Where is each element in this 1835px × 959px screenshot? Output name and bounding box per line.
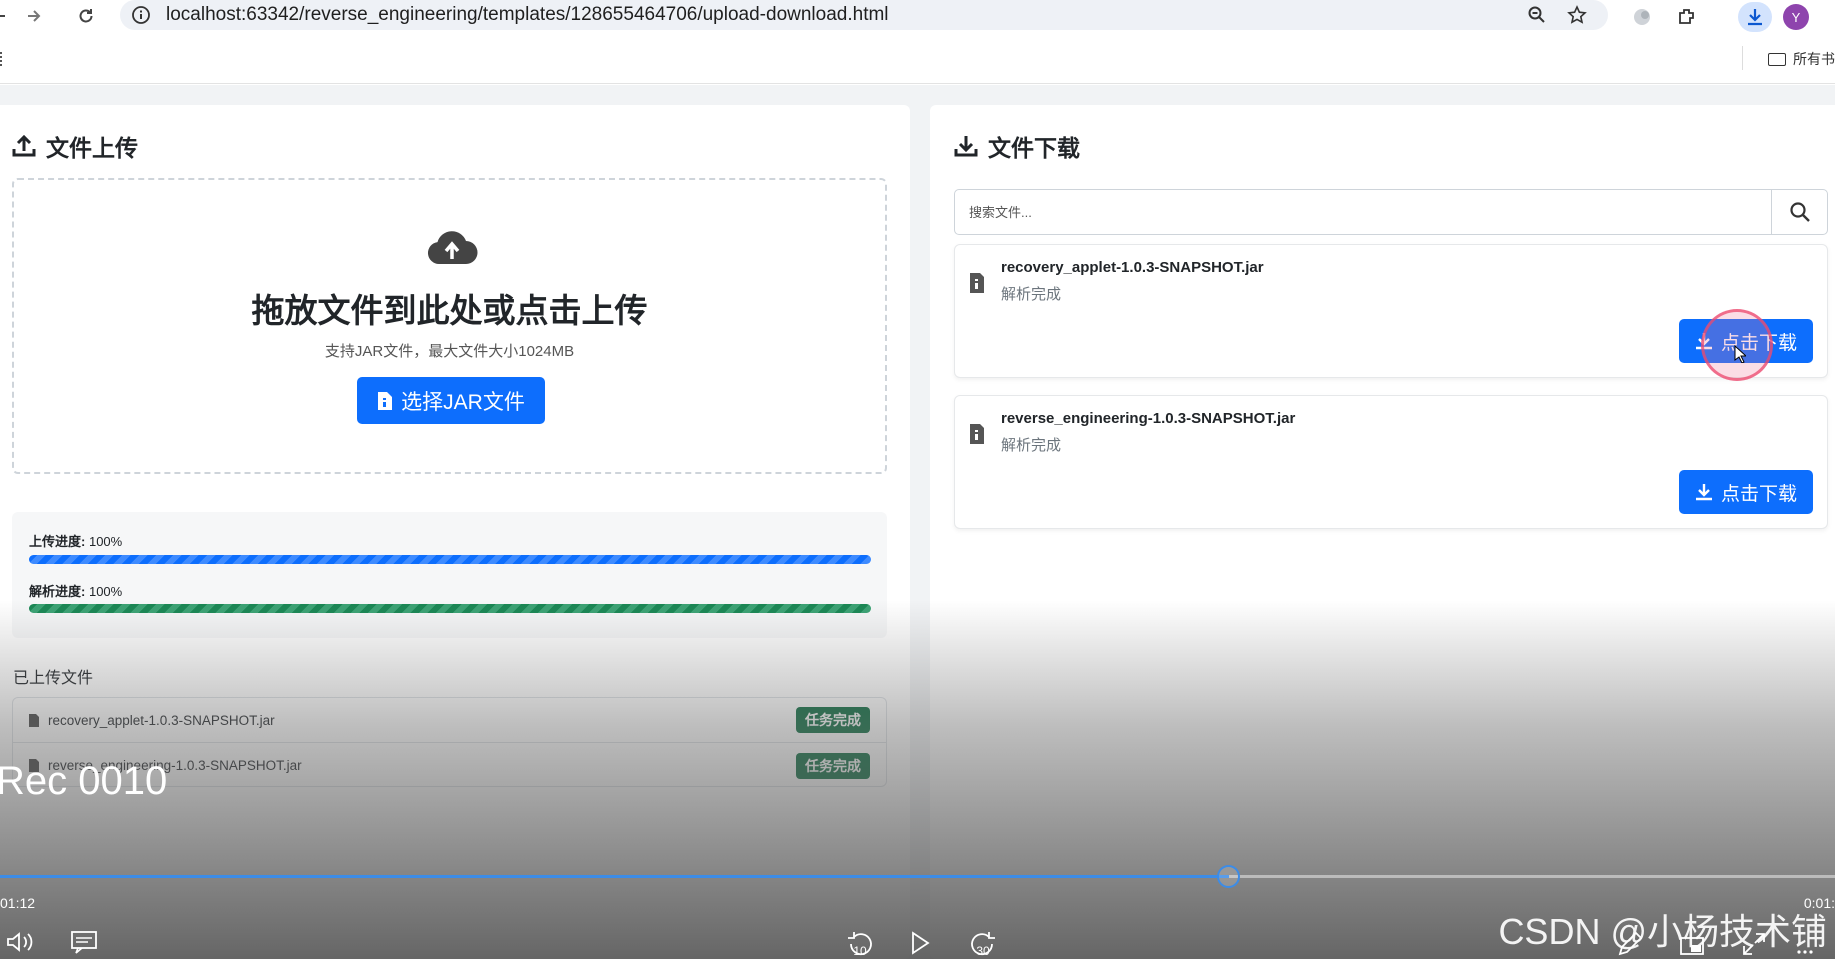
info-icon[interactable] — [130, 4, 152, 26]
drop-subtitle: 支持JAR文件，最大文件大小1024MB — [324, 343, 575, 360]
file-icon — [378, 391, 393, 410]
progress-panel: 上传进度: 100% 解析进度: 100% — [12, 512, 887, 638]
search-input[interactable] — [955, 190, 1773, 234]
screen: localhost:63342/reverse_engineering/temp… — [0, 0, 1835, 959]
cloud-upload-icon — [426, 228, 478, 271]
mouse-cursor-icon — [1734, 344, 1748, 368]
download-icon[interactable] — [1738, 2, 1772, 32]
address-bar[interactable]: localhost:63342/reverse_engineering/temp… — [120, 0, 1608, 30]
svg-text:10: 10 — [853, 944, 867, 958]
upload-heading-text: 文件上传 — [46, 135, 138, 161]
forward-arrow-icon[interactable] — [21, 3, 47, 29]
uploaded-file-name: recovery_applet-1.0.3-SNAPSHOT.jar — [48, 712, 275, 728]
play-icon[interactable] — [903, 930, 937, 959]
upload-heading: 文件上传 — [12, 129, 138, 163]
parse-progress-label: 解析进度: 100% — [29, 584, 123, 599]
download-card: 文件下载 recovery_applet-1.0.3-SNAPSHOT.jar … — [930, 105, 1835, 959]
seek-bar[interactable] — [0, 875, 1835, 878]
download-icon — [1695, 484, 1712, 501]
download-file-card: reverse_engineering-1.0.3-SNAPSHOT.jar 解… — [954, 395, 1828, 529]
reload-icon[interactable] — [73, 3, 99, 29]
upload-progress-bar — [29, 555, 871, 564]
download-file-card: recovery_applet-1.0.3-SNAPSHOT.jar 解析完成 … — [954, 244, 1828, 378]
file-archive-icon — [970, 424, 984, 444]
avatar[interactable]: Y — [1783, 4, 1809, 30]
watermark: CSDN @小杨技术铺 — [1498, 911, 1827, 952]
drop-title: 拖放文件到此处或点击上传 — [251, 292, 648, 329]
skip-back-icon[interactable]: 10 — [840, 930, 880, 959]
status-badge: 任务完成 — [796, 707, 870, 733]
download-file-name: reverse_engineering-1.0.3-SNAPSHOT.jar — [1001, 410, 1296, 427]
upload-card: 文件上传 拖放文件到此处或点击上传 支持JAR文件，最大文件大小1024MB 选… — [0, 105, 910, 959]
download-button-label: 点击下载 — [1720, 483, 1797, 505]
download-heading: 文件下载 — [954, 129, 1080, 163]
download-file-name: recovery_applet-1.0.3-SNAPSHOT.jar — [1001, 259, 1264, 276]
extensions-icon[interactable] — [1672, 2, 1702, 32]
parse-progress-bar — [29, 604, 871, 613]
file-archive-icon — [970, 273, 984, 293]
download-file-status: 解析完成 — [1001, 286, 1062, 303]
folder-icon — [1768, 53, 1786, 66]
search-box — [954, 189, 1828, 235]
choose-jar-label: 选择JAR文件 — [401, 390, 525, 414]
drop-zone[interactable]: 拖放文件到此处或点击上传 支持JAR文件，最大文件大小1024MB 选择JAR文… — [12, 178, 887, 474]
download-heading-text: 文件下载 — [988, 135, 1080, 161]
upload-icon — [12, 134, 36, 157]
bookmark-star-icon[interactable] — [1566, 4, 1588, 26]
skip-forward-icon[interactable]: 30 — [963, 930, 1003, 959]
page-content: 文件上传 拖放文件到此处或点击上传 支持JAR文件，最大文件大小1024MB 选… — [0, 85, 1835, 959]
zoom-icon[interactable] — [1526, 4, 1548, 26]
search-button[interactable] — [1771, 190, 1827, 234]
bookmarks-bar: 所有书 — [0, 34, 1835, 84]
captions-icon[interactable] — [67, 930, 101, 959]
status-badge: 任务完成 — [796, 752, 870, 779]
apps-grid-icon[interactable] — [0, 52, 4, 66]
browser-toolbar: localhost:63342/reverse_engineering/temp… — [0, 0, 1835, 34]
extension-puzzle-shape-icon[interactable] — [1627, 2, 1657, 32]
file-icon — [29, 713, 39, 727]
search-icon — [1789, 202, 1810, 222]
svg-text:30: 30 — [976, 944, 990, 958]
upload-progress-label: 上传进度: 100% — [29, 534, 123, 549]
choose-jar-button[interactable]: 选择JAR文件 — [357, 377, 545, 424]
back-arrow-icon[interactable] — [0, 3, 12, 29]
download-icon — [954, 136, 978, 157]
bookmark-divider — [1742, 46, 1743, 70]
list-item: recovery_applet-1.0.3-SNAPSHOT.jar 任务完成 — [13, 698, 886, 743]
volume-icon[interactable] — [3, 930, 37, 959]
all-bookmarks-folder[interactable]: 所有书 — [1768, 49, 1835, 69]
video-title: Rec 0010 — [0, 759, 168, 803]
download-file-status: 解析完成 — [1001, 437, 1062, 454]
url-text[interactable]: localhost:63342/reverse_engineering/temp… — [166, 4, 889, 26]
download-button[interactable]: 点击下载 — [1679, 470, 1813, 514]
current-time: 01:12 — [0, 895, 36, 911]
uploaded-files-title: 已上传文件 — [13, 670, 94, 687]
all-bookmarks-label: 所有书 — [1793, 51, 1835, 67]
seek-bar-played — [0, 875, 1230, 878]
